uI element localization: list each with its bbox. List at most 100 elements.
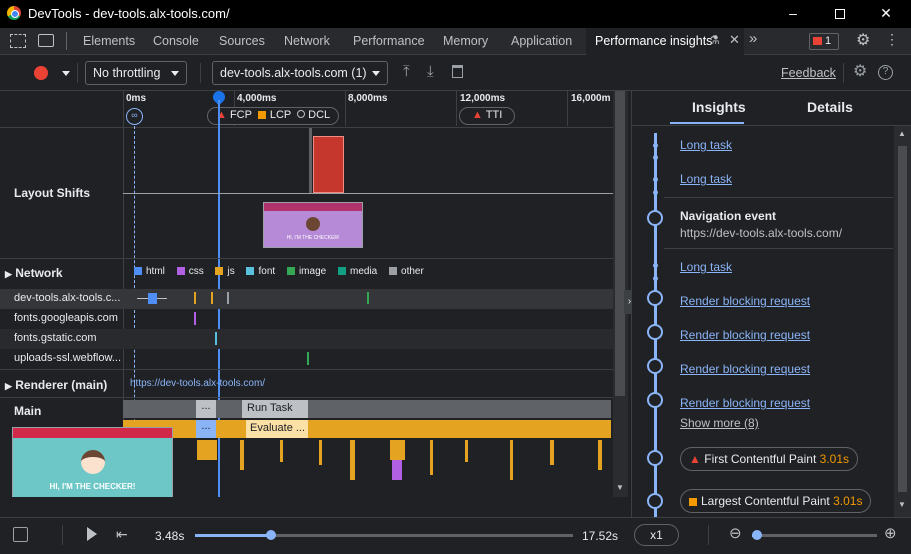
inspect-element-icon[interactable] (10, 34, 26, 48)
layout-shift-cluster[interactable] (313, 136, 344, 193)
settings-gear-icon[interactable]: ⚙ (856, 30, 870, 50)
scroll-down-icon[interactable]: ▼ (898, 500, 906, 509)
help-icon[interactable]: ? (878, 65, 893, 80)
layout-shift-screenshot-text: HI, I'M THE CHECKER! (286, 235, 340, 241)
lcp-value: 3.01s (833, 494, 863, 508)
recording-value: dev-tools.alx-tools.com (1) (220, 66, 367, 80)
task-ellipsis[interactable]: ... (196, 400, 216, 418)
legend-css-swatch (176, 267, 185, 275)
recording-select[interactable]: dev-tools.alx-tools.com (1) (212, 61, 388, 85)
playback-slider-thumb[interactable] (265, 530, 276, 540)
delete-icon[interactable] (452, 65, 463, 78)
close-window-button[interactable]: ✕ (863, 0, 909, 28)
network-request-bar[interactable] (211, 292, 213, 304)
timeline-node-icon (647, 392, 663, 408)
navigation-marker-icon[interactable]: ∞ (126, 108, 143, 125)
zoom-out-icon[interactable]: ⊖ (729, 524, 742, 542)
navigation-event-url: https://dev-tools.alx-tools.com/ (680, 226, 843, 240)
insight-long-task-link[interactable]: Long task (680, 138, 732, 152)
fcp-node-icon (647, 450, 663, 466)
feedback-link[interactable]: Feedback (781, 66, 836, 80)
panel-settings-icon[interactable]: ⚙ (853, 61, 867, 81)
page-screenshot-thumbnail[interactable]: HI, I'M THE CHECKER! (12, 427, 173, 503)
network-request-bar[interactable] (148, 293, 157, 304)
tti-marker[interactable]: ▲ TTI (459, 107, 516, 125)
ruler-tick-16000: 16,000m (571, 93, 611, 104)
throttling-value: No throttling (93, 66, 161, 80)
chevron-down-icon (372, 71, 380, 76)
track-network[interactable]: ▶ Network (5, 266, 63, 280)
more-options-icon[interactable]: ⋮ (885, 31, 899, 48)
insight-render-blocking-link[interactable]: Render blocking request (680, 294, 810, 308)
network-request-bar[interactable] (215, 332, 217, 345)
issues-badge[interactable]: 1 (809, 33, 839, 50)
download-icon[interactable]: ⤓ (427, 63, 434, 80)
layout-shift-screenshot[interactable]: HI, I'M THE CHECKER! (263, 202, 363, 248)
title-bar: DevTools - dev-tools.alx-tools.com/ – ✕ (0, 0, 911, 28)
network-request-bar[interactable] (194, 292, 196, 304)
fcp-lcp-dcl-marker[interactable]: ▲ FCP LCP DCL (207, 107, 340, 125)
tab-console[interactable]: Console (153, 34, 199, 48)
tab-memory[interactable]: Memory (443, 34, 488, 48)
renderer-url: https://dev-tools.alx-tools.com/ (130, 378, 266, 389)
zoom-slider[interactable] (752, 534, 877, 537)
track-renderer[interactable]: ▶ Renderer (main) (5, 378, 107, 392)
issues-count: 1 (825, 35, 832, 47)
track-layout-shifts: Layout Shifts (14, 186, 91, 200)
show-more-link[interactable]: Show more (8) (680, 416, 759, 430)
screenshots-toggle-icon[interactable] (13, 527, 28, 542)
timeline-scrollbar-thumb[interactable] (615, 91, 625, 396)
scroll-down-icon[interactable]: ▼ (616, 483, 624, 492)
insight-long-task-link[interactable]: Long task (680, 172, 732, 186)
network-row-label[interactable]: fonts.googleapis.com (14, 312, 118, 324)
network-request-bar[interactable] (307, 352, 309, 365)
ruler-tick-4000: 4,000ms (237, 93, 277, 104)
insight-render-blocking-link[interactable]: Render blocking request (680, 362, 810, 376)
legend-js-swatch (215, 267, 224, 275)
record-menu-chevron-icon[interactable] (62, 71, 70, 76)
insight-render-blocking-link[interactable]: Render blocking request (680, 328, 810, 342)
task-ellipsis[interactable]: ... (196, 420, 216, 438)
more-tabs-icon[interactable]: » (749, 30, 757, 47)
evaluate-script-block[interactable]: Evaluate ... (246, 420, 308, 438)
zoom-slider-thumb[interactable] (752, 530, 762, 540)
close-tab-icon[interactable]: ✕ (729, 32, 740, 48)
insight-render-blocking-link[interactable]: Render blocking request (680, 396, 810, 410)
issue-icon (813, 37, 822, 45)
tab-details[interactable]: Details (807, 99, 853, 115)
network-row-label[interactable]: uploads-ssl.webflow... (14, 352, 121, 364)
playback-speed-button[interactable]: x1 (634, 524, 679, 546)
record-button[interactable] (34, 66, 48, 80)
insight-long-task-link[interactable]: Long task (680, 260, 732, 274)
tab-performance-insights[interactable]: Performance insights (595, 34, 712, 48)
upload-icon[interactable]: ⤒ (403, 63, 410, 80)
zoom-in-icon[interactable]: ⊕ (884, 524, 897, 542)
network-request-bar[interactable] (227, 292, 229, 304)
maximize-button[interactable] (817, 0, 863, 28)
fcp-insight-pill[interactable]: ▲ First Contentful Paint 3.01s (680, 447, 858, 471)
network-row-label[interactable]: dev-tools.alx-tools.c... (14, 292, 120, 304)
tab-elements[interactable]: Elements (83, 34, 135, 48)
network-legend: html css js font image media other (134, 266, 424, 277)
insights-scrollbar-thumb[interactable] (898, 146, 907, 492)
play-icon[interactable] (87, 527, 97, 541)
tab-performance[interactable]: Performance (353, 34, 425, 48)
network-request-bar[interactable] (194, 312, 196, 325)
tab-insights[interactable]: Insights (692, 99, 746, 115)
legend-html-swatch (134, 267, 142, 275)
scroll-up-icon[interactable]: ▲ (898, 129, 906, 138)
run-task-block[interactable]: Run Task (242, 400, 308, 418)
throttling-select[interactable]: No throttling (85, 61, 187, 85)
lcp-node-icon (647, 493, 663, 509)
device-toolbar-icon[interactable] (38, 34, 54, 47)
navigation-event-title: Navigation event (680, 209, 777, 223)
network-request-bar[interactable] (367, 292, 369, 304)
lcp-insight-pill[interactable]: Largest Contentful Paint 3.01s (680, 489, 872, 513)
skip-to-start-icon[interactable]: ⇤ (116, 526, 128, 543)
network-row-label[interactable]: fonts.gstatic.com (14, 332, 97, 344)
tab-application[interactable]: Application (511, 34, 572, 48)
minimize-button[interactable]: – (770, 0, 816, 28)
tab-sources[interactable]: Sources (219, 34, 265, 48)
tab-network[interactable]: Network (284, 34, 330, 48)
playback-total-time: 17.52s (582, 529, 619, 543)
